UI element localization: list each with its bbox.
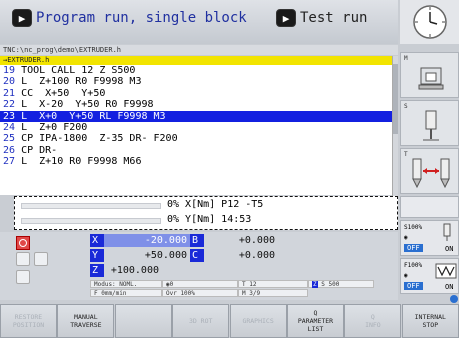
progress-bar-y (21, 218, 161, 224)
s-panel-label: S (404, 103, 408, 110)
spindle-override-dial-icon: ◉ (404, 234, 408, 241)
feed-override-value: F100% (404, 262, 423, 269)
spindle-override-icon (443, 223, 451, 241)
feed-override-icon (435, 263, 457, 279)
softkey-q-parameter-list[interactable]: Q PARAMETER LIST (287, 304, 344, 338)
program-line[interactable]: 21 CC X+50 Y+50 (0, 88, 392, 99)
status-line-2: 0% Y[Nm] 14:53 (167, 214, 252, 225)
feed-override-dial-icon: ◉ (404, 272, 408, 279)
axis-label-y: Y (90, 249, 104, 262)
axis-label-x: X (90, 234, 104, 247)
machine-mode-label: Program run, single block (36, 10, 247, 26)
softkey-internal-stop[interactable]: INTERNAL STOP (401, 304, 459, 338)
machine-icon (418, 67, 444, 90)
program-line-active[interactable]: 23 L X+0 Y+50 RL F9998 M3 (0, 110, 392, 122)
program-line[interactable]: 20 L Z+100 R0 F9998 M3 (0, 76, 392, 87)
m-panel-label: M (404, 55, 408, 62)
t-panel-label: T (404, 151, 408, 158)
softkey-3d-rot[interactable]: 3D ROT (172, 304, 230, 338)
emergency-stop-icon[interactable] (16, 236, 30, 250)
m-function-panel[interactable]: M (400, 52, 459, 98)
spindle-icon (423, 110, 439, 141)
status-square (16, 252, 30, 266)
program-run-icon: ▶ (12, 9, 32, 27)
empty-panel (400, 196, 459, 218)
feed-unit-info: F 0mm/min (90, 289, 162, 297)
program-line[interactable]: 24 L Z+0 F200 (0, 122, 392, 133)
program-line[interactable]: 27 L Z+10 R0 F9998 M66 (0, 156, 392, 167)
progress-bar-x (21, 203, 161, 209)
feed-info: ◉0 (162, 280, 238, 288)
test-run-icon: ▶ (276, 9, 296, 27)
softkey-manual-traverse[interactable]: MANUAL TRAVERSE (57, 304, 115, 338)
tool-info: T 12 (238, 280, 308, 288)
axis-label-b: B (190, 234, 204, 247)
feed-override-on[interactable]: ON (445, 283, 453, 291)
spindle-axis-badge: Z (312, 281, 318, 288)
modus-info: Modus: NOML. (90, 280, 162, 288)
spindle-override-state[interactable]: OFF (404, 244, 423, 252)
tool-panel[interactable]: T (400, 148, 459, 194)
feed-override-panel[interactable]: F100% ◉ OFF ON (400, 258, 459, 294)
programming-mode: ▶ Test run (265, 1, 397, 31)
program-line[interactable]: 19 TOOL CALL 12 Z S500 (0, 65, 392, 76)
program-line[interactable]: 25 CP IPA-1800 Z-35 DR- F200 (0, 133, 392, 144)
info-dot-icon (450, 295, 458, 303)
spindle-override-panel[interactable]: S100% ◉ OFF ON (400, 220, 459, 256)
softkey-graphics[interactable]: GRAPHICS (229, 304, 287, 338)
spindle-panel[interactable]: S (400, 100, 459, 146)
clock-icon[interactable] (400, 0, 459, 44)
axis-value-c: +0.000 (238, 250, 275, 261)
override-info: Ovr 100% (162, 289, 238, 297)
program-listing[interactable]: 19 TOOL CALL 12 Z S500 20 L Z+100 R0 F999… (0, 65, 392, 195)
file-name-bar: →EXTRUDER.h (0, 56, 398, 65)
axis-value-x: -20.000 (104, 234, 190, 247)
feed-override-state[interactable]: OFF (404, 282, 423, 290)
status-line-1: 0% X[Nm] P12 -T5 (167, 199, 264, 210)
axis-value-b: +0.000 (238, 235, 275, 246)
axis-value-y: +50.000 (144, 250, 187, 261)
status-square (34, 252, 48, 266)
softkey-q-info[interactable]: Q INFO (344, 304, 402, 338)
status-square (16, 270, 30, 284)
program-line[interactable]: 26 CP DR- (0, 145, 392, 156)
spindle-override-on[interactable]: ON (445, 245, 453, 253)
program-path: TNC:\nc_prog\demo\EXTRUDER.h (0, 45, 398, 55)
program-scrollbar-thumb[interactable] (393, 64, 398, 134)
program-line[interactable]: 22 L X-20 Y+50 R0 F9998 (0, 99, 392, 110)
axis-label-z: Z (90, 264, 104, 277)
tool-change-icon (412, 158, 450, 189)
machine-mode: ▶ Program run, single block (12, 7, 247, 29)
programming-mode-label: Test run (300, 10, 368, 26)
axis-label-c: C (190, 249, 204, 262)
m-function-info: M 3/9 (238, 289, 308, 297)
status-overview: 0% X[Nm] P12 -T5 0% Y[Nm] 14:53 (14, 196, 398, 230)
axis-value-z: +100.000 (110, 265, 159, 276)
softkey-empty[interactable] (114, 304, 172, 338)
spindle-override-value: S100% (404, 224, 423, 231)
softkey-restore-position[interactable]: RESTORE POSITION (0, 304, 57, 338)
spindle-info: Z S 500 (308, 280, 374, 288)
